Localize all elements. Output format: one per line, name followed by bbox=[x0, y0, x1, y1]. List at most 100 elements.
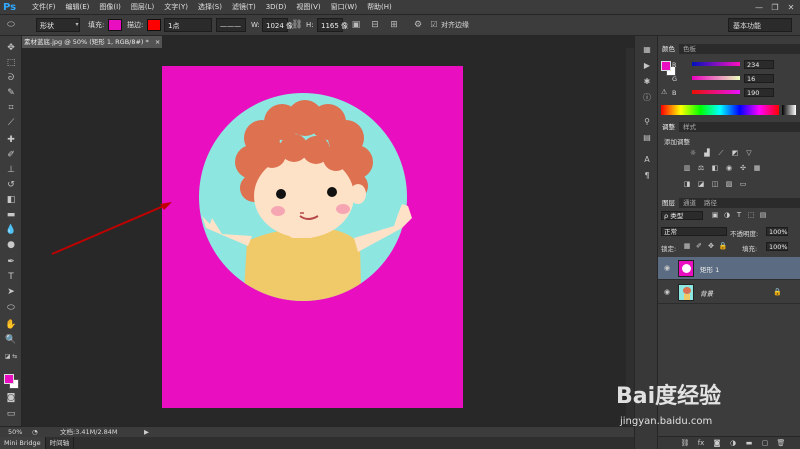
clone-stamp-tool-icon[interactable]: ⊥ bbox=[3, 164, 19, 177]
fill-field[interactable]: 100% bbox=[766, 242, 788, 251]
filter-adjust-icon[interactable]: ◑ bbox=[722, 211, 732, 220]
ellipse-shape-tool-icon[interactable]: ⬭ bbox=[3, 302, 19, 315]
new-layer-icon[interactable]: ▢ bbox=[760, 439, 770, 448]
menu-help[interactable]: 帮助(H) bbox=[362, 2, 397, 12]
status-icon[interactable]: ◔ bbox=[32, 427, 38, 437]
gear-icon[interactable]: ⚙ bbox=[411, 18, 425, 32]
clone-source-icon[interactable]: ⚲ bbox=[640, 116, 654, 128]
default-colors-icon[interactable]: ◪ ⇆ bbox=[3, 350, 19, 363]
close-button[interactable]: ✕ bbox=[784, 2, 798, 13]
brush-tool-icon[interactable]: ✐ bbox=[3, 149, 19, 162]
marquee-tool-icon[interactable]: ⬚ bbox=[3, 57, 19, 70]
lock-pixels-icon[interactable]: ✐ bbox=[694, 242, 704, 251]
grayscale-ramp[interactable] bbox=[782, 105, 796, 115]
info-icon[interactable]: ⓘ bbox=[640, 92, 654, 104]
document-tab[interactable]: 素材蓝底.jpg @ 50% (矩形 1, RGB/8#) * × bbox=[22, 36, 162, 48]
eye-icon[interactable]: ◉ bbox=[664, 264, 672, 272]
menu-filter[interactable]: 滤镜(T) bbox=[227, 2, 261, 12]
path-select-tool-icon[interactable]: ➤ bbox=[3, 286, 19, 299]
layer-mask-icon[interactable]: ◙ bbox=[712, 439, 722, 448]
lock-all-icon[interactable]: 🔒 bbox=[718, 242, 728, 251]
b-slider[interactable] bbox=[692, 90, 740, 94]
pen-tool-icon[interactable]: ✒ bbox=[3, 256, 19, 269]
menu-layer[interactable]: 图层(L) bbox=[126, 2, 159, 12]
vibrance-icon[interactable]: ▽ bbox=[744, 149, 754, 158]
quick-select-tool-icon[interactable]: ✎ bbox=[3, 87, 19, 100]
menu-type[interactable]: 文字(Y) bbox=[159, 2, 193, 12]
lock-position-icon[interactable]: ✥ bbox=[706, 242, 716, 251]
posterize-icon[interactable]: ◪ bbox=[696, 180, 706, 189]
curves-icon[interactable]: ⟋ bbox=[716, 149, 726, 158]
menu-edit[interactable]: 编辑(E) bbox=[61, 2, 95, 12]
tab-styles[interactable]: 样式 bbox=[679, 122, 700, 132]
screen-mode-icon[interactable]: ▭ bbox=[3, 408, 19, 421]
paragraph-icon[interactable]: ¶ bbox=[640, 170, 654, 182]
threshold-icon[interactable]: ◫ bbox=[710, 180, 720, 189]
history-icon[interactable]: ▦ bbox=[640, 44, 654, 56]
exposure-icon[interactable]: ◩ bbox=[730, 149, 740, 158]
filter-type-icon[interactable]: T bbox=[734, 211, 744, 220]
stroke-color-swatch[interactable] bbox=[147, 19, 161, 31]
align-edges-checkbox[interactable]: ☑ bbox=[427, 18, 441, 32]
path-operations-icon[interactable]: ▣ bbox=[349, 18, 363, 32]
b-value[interactable]: 190 bbox=[744, 88, 774, 97]
actions-icon[interactable]: ▶ bbox=[640, 60, 654, 72]
layer-filter-select[interactable]: ρ 类型 bbox=[661, 211, 703, 220]
zoom-level[interactable]: 50% bbox=[8, 427, 22, 437]
color-lookup-icon[interactable]: ▦ bbox=[752, 164, 762, 173]
zoom-tool-icon[interactable]: 🔍 bbox=[3, 334, 19, 347]
gradient-map-icon[interactable]: ▭ bbox=[738, 180, 748, 189]
brush-preset-icon[interactable]: ✱ bbox=[640, 76, 654, 88]
width-field[interactable]: 1024 像 bbox=[262, 18, 293, 32]
fill-color-swatch[interactable] bbox=[108, 19, 122, 31]
color-spectrum[interactable] bbox=[661, 105, 779, 115]
hand-tool-icon[interactable]: ✋ bbox=[3, 319, 19, 332]
menu-select[interactable]: 选择(S) bbox=[193, 2, 227, 12]
stroke-width-field[interactable]: 1点 bbox=[164, 18, 212, 32]
stroke-type-select[interactable]: ——— bbox=[216, 18, 246, 32]
menu-3d[interactable]: 3D(D) bbox=[261, 3, 292, 11]
menu-file[interactable]: 文件(F) bbox=[27, 2, 61, 12]
eyedropper-tool-icon[interactable]: ⟋ bbox=[3, 117, 19, 130]
lasso-tool-icon[interactable]: ᘐ bbox=[3, 72, 19, 85]
gradient-tool-icon[interactable]: ▬ bbox=[3, 209, 19, 222]
tab-mini-bridge[interactable]: Mini Bridge bbox=[0, 437, 46, 449]
levels-icon[interactable]: ▟ bbox=[702, 149, 712, 158]
channel-mixer-icon[interactable]: ✣ bbox=[738, 164, 748, 173]
tab-paths[interactable]: 路径 bbox=[700, 198, 721, 208]
selective-color-icon[interactable]: ▨ bbox=[724, 180, 734, 189]
close-icon[interactable]: × bbox=[155, 38, 160, 46]
tab-timeline[interactable]: 时间轴 bbox=[46, 437, 75, 449]
layer-name[interactable]: 背景 bbox=[700, 288, 713, 298]
triangle-right-icon[interactable]: ▶ bbox=[144, 427, 149, 437]
tool-presets-icon[interactable]: ▤ bbox=[640, 132, 654, 144]
tab-adjustments[interactable]: 调整 bbox=[658, 122, 679, 132]
link-layers-icon[interactable]: ⛓ bbox=[680, 439, 690, 448]
foreground-color-swatch[interactable] bbox=[4, 374, 14, 384]
ellipse-tool-icon[interactable]: ⬭ bbox=[4, 18, 18, 32]
path-arrangement-icon[interactable]: ⊞ bbox=[387, 18, 401, 32]
history-brush-tool-icon[interactable]: ↺ bbox=[3, 179, 19, 192]
crop-tool-icon[interactable]: ⌗ bbox=[3, 102, 19, 115]
blend-mode-select[interactable]: 正常 bbox=[661, 227, 727, 236]
vertical-scrollbar[interactable] bbox=[626, 48, 634, 426]
menu-window[interactable]: 窗口(W) bbox=[326, 2, 362, 12]
eraser-tool-icon[interactable]: ◧ bbox=[3, 194, 19, 207]
lock-transparency-icon[interactable]: ▦ bbox=[682, 242, 692, 251]
filter-pixel-icon[interactable]: ▣ bbox=[710, 211, 720, 220]
path-alignment-icon[interactable]: ⊟ bbox=[368, 18, 382, 32]
menu-view[interactable]: 视图(V) bbox=[291, 2, 325, 12]
tab-channels[interactable]: 通道 bbox=[679, 198, 700, 208]
adjustment-layer-icon[interactable]: ◑ bbox=[728, 439, 738, 448]
layer-style-icon[interactable]: fx bbox=[696, 439, 706, 448]
color-panel-fg-swatch[interactable] bbox=[661, 61, 671, 71]
blur-tool-icon[interactable]: 💧 bbox=[3, 224, 19, 237]
invert-icon[interactable]: ◨ bbox=[682, 180, 692, 189]
hue-saturation-icon[interactable]: ▥ bbox=[682, 164, 692, 173]
tab-color[interactable]: 颜色 bbox=[658, 44, 679, 54]
quick-mask-icon[interactable]: ◙ bbox=[3, 392, 19, 405]
link-icon[interactable]: ⛓ bbox=[290, 18, 304, 32]
r-value[interactable]: 234 bbox=[744, 60, 774, 69]
healing-brush-tool-icon[interactable]: ✚ bbox=[3, 134, 19, 147]
color-balance-icon[interactable]: ⚖ bbox=[696, 164, 706, 173]
